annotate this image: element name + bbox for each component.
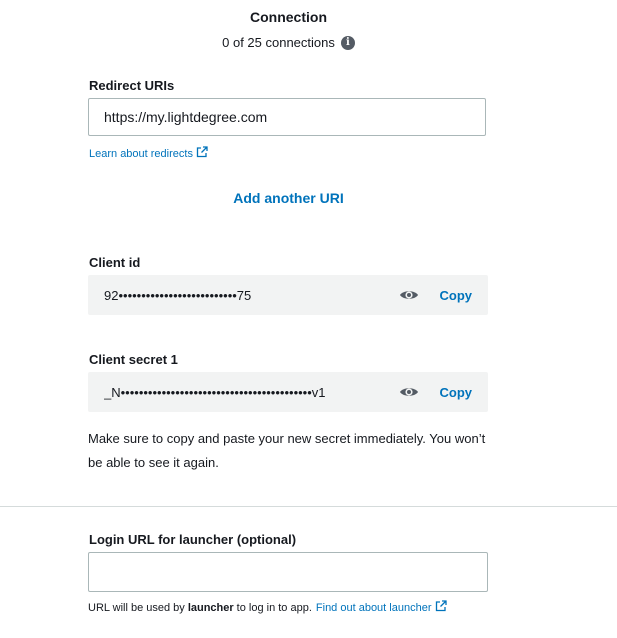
- launcher-url-label: Login URL for launcher (optional): [89, 532, 297, 547]
- launcher-help-suffix: to log in to app.: [236, 601, 312, 614]
- secret-warning-note: Make sure to copy and paste your new sec…: [88, 431, 486, 470]
- client-secret-value: _N••••••••••••••••••••••••••••••••••••••…: [104, 384, 326, 400]
- client-secret-field: _N••••••••••••••••••••••••••••••••••••••…: [88, 372, 488, 412]
- client-secret-label: Client secret 1: [89, 352, 178, 367]
- redirect-uri-input[interactable]: [88, 98, 486, 136]
- launcher-help-prefix: URL will be used by: [88, 601, 185, 614]
- find-out-about-launcher-link[interactable]: Find out about launcher: [316, 602, 432, 614]
- connections-count-text: 0 of 25 connections: [222, 35, 335, 50]
- learn-about-redirects-text[interactable]: Learn about redirects: [89, 148, 193, 160]
- client-id-label: Client id: [89, 255, 141, 270]
- launcher-help-text: URL will be used by launcher to log in t…: [88, 600, 447, 615]
- page-title: Connection: [250, 9, 327, 25]
- show-client-id-eye-icon[interactable]: [398, 284, 420, 306]
- add-another-uri-button[interactable]: Add another URI: [0, 190, 577, 206]
- client-id-field: 92••••••••••••••••••••••••••75 Copy: [88, 275, 488, 315]
- launcher-url-input[interactable]: [88, 552, 488, 592]
- client-id-value: 92••••••••••••••••••••••••••75: [104, 287, 252, 303]
- connections-count: 0 of 25 connections i: [0, 35, 577, 50]
- external-link-icon: [435, 600, 447, 615]
- redirect-uris-label: Redirect URIs: [89, 78, 175, 93]
- learn-about-redirects-link[interactable]: Learn about redirects: [89, 146, 208, 161]
- copy-client-secret-button[interactable]: Copy: [440, 385, 473, 400]
- section-divider: [0, 506, 617, 507]
- copy-client-id-button[interactable]: Copy: [440, 288, 473, 303]
- show-client-secret-eye-icon[interactable]: [398, 381, 420, 403]
- launcher-help-bold: launcher: [187, 601, 234, 614]
- external-link-icon: [196, 146, 208, 161]
- info-icon[interactable]: i: [340, 35, 355, 50]
